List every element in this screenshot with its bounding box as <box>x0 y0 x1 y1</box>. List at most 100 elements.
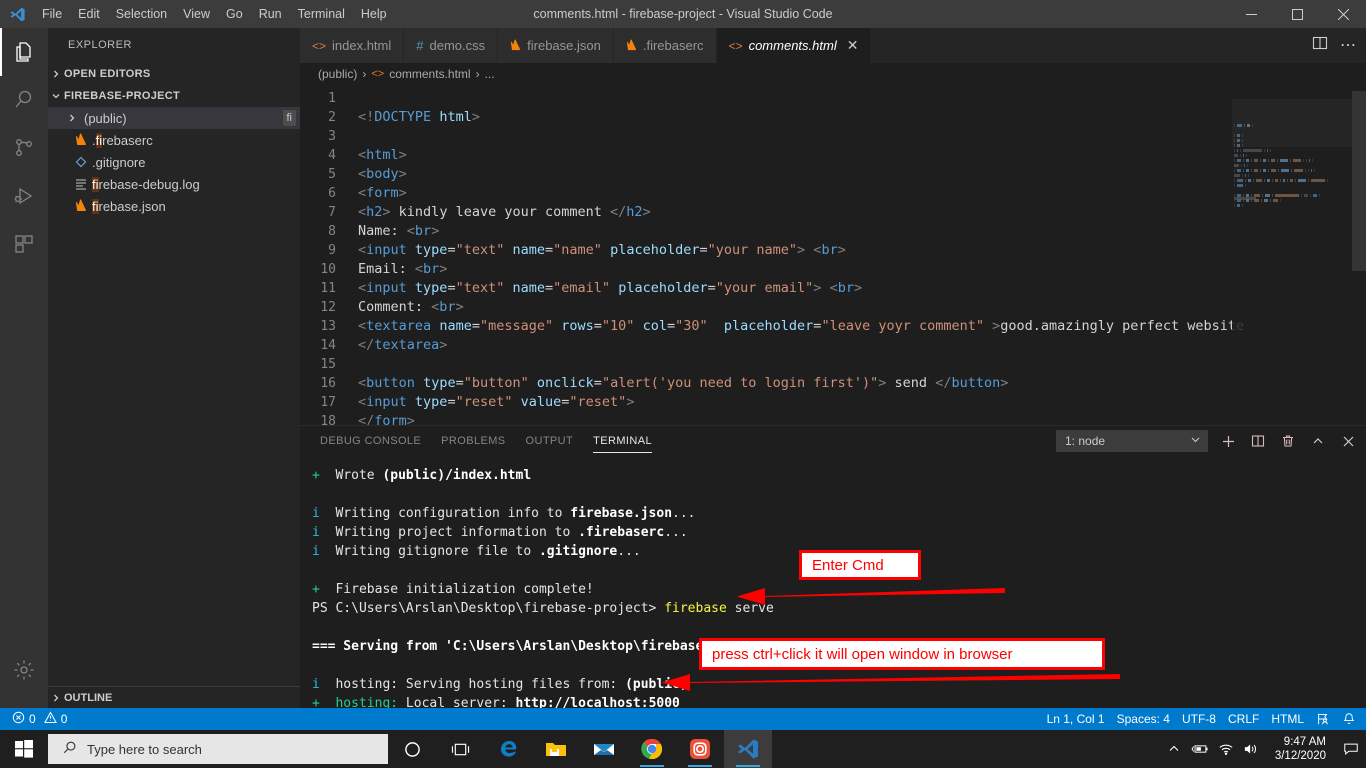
code-line: 13 <textarea name="message" rows="10" col… <box>300 317 1366 336</box>
menu-go[interactable]: Go <box>218 0 251 28</box>
minimize-button[interactable] <box>1228 0 1274 28</box>
tree-item-firebaserc[interactable]: .firebaserc <box>48 129 300 151</box>
section-open-editors[interactable]: OPEN EDITORS <box>48 63 300 85</box>
git-icon <box>70 156 92 168</box>
close-panel-icon[interactable] <box>1338 430 1358 452</box>
tab-problems[interactable]: PROBLEMS <box>441 426 505 456</box>
tab-index-html[interactable]: <> index.html <box>300 28 405 63</box>
tab-firebaserc[interactable]: .firebaserc <box>613 28 717 63</box>
minimap[interactable] <box>1232 85 1352 453</box>
activity-source-control-icon[interactable] <box>0 124 48 172</box>
notifications-bell-icon[interactable] <box>1336 708 1362 730</box>
html-icon: <> <box>728 38 743 53</box>
battery-charging-icon[interactable] <box>1187 730 1213 768</box>
activity-search-icon[interactable] <box>0 76 48 124</box>
tab-output[interactable]: OUTPUT <box>526 426 574 456</box>
problems-status[interactable]: 0 0 <box>6 708 73 730</box>
tab-demo-css[interactable]: # demo.css <box>404 28 499 63</box>
terminal-selector-dropdown[interactable]: 1: node <box>1056 430 1208 452</box>
log-icon <box>70 178 92 190</box>
feedback-icon[interactable] <box>1310 708 1336 730</box>
tab-terminal[interactable]: TERMINAL <box>593 426 652 456</box>
line-number: 9 <box>328 243 336 258</box>
chevron-right-icon <box>48 69 64 79</box>
tree-item-public[interactable]: (public) fi <box>48 107 300 129</box>
volume-icon[interactable] <box>1239 730 1265 768</box>
new-terminal-icon[interactable] <box>1218 430 1238 452</box>
code-line-text: <h2> kindly leave your comment </h2> <box>358 204 651 220</box>
tree-item-gitignore[interactable]: .gitignore <box>48 151 300 173</box>
breadcrumb-separator: › <box>475 67 480 81</box>
tab-demo-css-label: demo.css <box>429 38 486 53</box>
code-editor[interactable]: 1 2 <!DOCTYPE html> 3 4 <html> 5 <body> 6 <form> 7… <box>300 85 1366 453</box>
windows-start-icon[interactable] <box>0 730 48 768</box>
html-icon: <> <box>371 68 385 80</box>
activity-extensions-icon[interactable] <box>0 220 48 268</box>
wifi-icon[interactable] <box>1213 730 1239 768</box>
indentation[interactable]: Spaces: 4 <box>1111 708 1176 730</box>
breadcrumb-separator: › <box>362 67 367 81</box>
enter-cmd-callout-text: Enter Cmd <box>812 556 884 574</box>
mail-icon[interactable] <box>580 730 628 768</box>
file-explorer-icon[interactable] <box>532 730 580 768</box>
menu-terminal[interactable]: Terminal <box>290 0 353 28</box>
line-number: 4 <box>328 148 336 163</box>
line-number: 2 <box>328 110 336 125</box>
cortana-circle-icon[interactable] <box>388 730 436 768</box>
close-button[interactable] <box>1320 0 1366 28</box>
maximize-button[interactable] <box>1274 0 1320 28</box>
tab-firebase-json[interactable]: firebase.json <box>498 28 614 63</box>
edge-icon[interactable] <box>484 730 532 768</box>
minimap-line <box>1234 154 1352 167</box>
code-line: 17 <input type="reset" value="reset"> <box>300 393 1366 412</box>
chrome-icon[interactable] <box>628 730 676 768</box>
instagram-icon[interactable] <box>676 730 724 768</box>
menu-view[interactable]: View <box>175 0 218 28</box>
menu-edit[interactable]: Edit <box>70 0 108 28</box>
line-number: 17 <box>320 395 336 410</box>
breadcrumb-item-public[interactable]: (public) <box>318 67 357 81</box>
show-hidden-icons-chevron[interactable] <box>1161 730 1187 768</box>
menu-selection[interactable]: Selection <box>108 0 175 28</box>
search-input[interactable]: Type here to search <box>48 734 388 764</box>
code-line: 4 <html> <box>300 146 1366 165</box>
task-view-icon[interactable] <box>436 730 484 768</box>
taskbar-clock[interactable]: 9:47 AM 3/12/2020 <box>1265 730 1336 768</box>
tab-comments-html-label: comments.html <box>748 38 837 53</box>
split-editor-icon[interactable] <box>1312 35 1328 56</box>
tree-item-firebase-json[interactable]: firebase.json <box>48 195 300 217</box>
action-center-icon[interactable] <box>1336 730 1366 768</box>
menu-help[interactable]: Help <box>353 0 395 28</box>
menu-run[interactable]: Run <box>251 0 290 28</box>
encoding[interactable]: UTF-8 <box>1176 708 1222 730</box>
terminal-selector-value: 1: node <box>1065 434 1106 448</box>
split-terminal-icon[interactable] <box>1248 430 1268 452</box>
tab-debug-console[interactable]: DEBUG CONSOLE <box>320 426 421 456</box>
cursor-position[interactable]: Ln 1, Col 1 <box>1041 708 1111 730</box>
editor-tab-bar: <> index.html # demo.css firebase.json .… <box>300 28 1366 63</box>
eol[interactable]: CRLF <box>1222 708 1265 730</box>
code-line-text: <body> <box>358 166 407 182</box>
tree-item-firebaserc-label: .firebaserc <box>92 132 153 148</box>
activity-explorer-icon[interactable] <box>0 28 48 76</box>
vscode-window: File Edit Selection View Go Run Terminal… <box>0 0 1366 768</box>
gear-icon[interactable] <box>0 646 48 694</box>
system-tray: 9:47 AM 3/12/2020 <box>1161 730 1366 768</box>
vscode-icon[interactable] <box>724 730 772 768</box>
tree-item-firebase-debug-log[interactable]: firebase-debug.log <box>48 173 300 195</box>
maximize-panel-icon[interactable] <box>1308 430 1328 452</box>
breadcrumb-item-comments-html[interactable]: comments.html <box>389 67 470 81</box>
more-actions-icon[interactable]: ⋯ <box>1340 37 1356 53</box>
minimap-slider[interactable] <box>1232 99 1352 147</box>
language-mode[interactable]: HTML <box>1265 708 1310 730</box>
editor-scrollbar[interactable] <box>1352 85 1366 453</box>
editor-scrollbar-thumb[interactable] <box>1352 91 1366 271</box>
outline-section[interactable]: OUTLINE <box>48 686 300 708</box>
tab-comments-html[interactable]: <> comments.html ✕ <box>716 28 872 63</box>
kill-terminal-icon[interactable] <box>1278 430 1298 452</box>
section-firebase-project[interactable]: FIREBASE-PROJECT <box>48 85 300 107</box>
breadcrumb-item-more[interactable]: ... <box>485 67 495 81</box>
activity-run-debug-icon[interactable] <box>0 172 48 220</box>
close-icon[interactable]: ✕ <box>847 37 859 54</box>
menu-file[interactable]: File <box>34 0 70 28</box>
